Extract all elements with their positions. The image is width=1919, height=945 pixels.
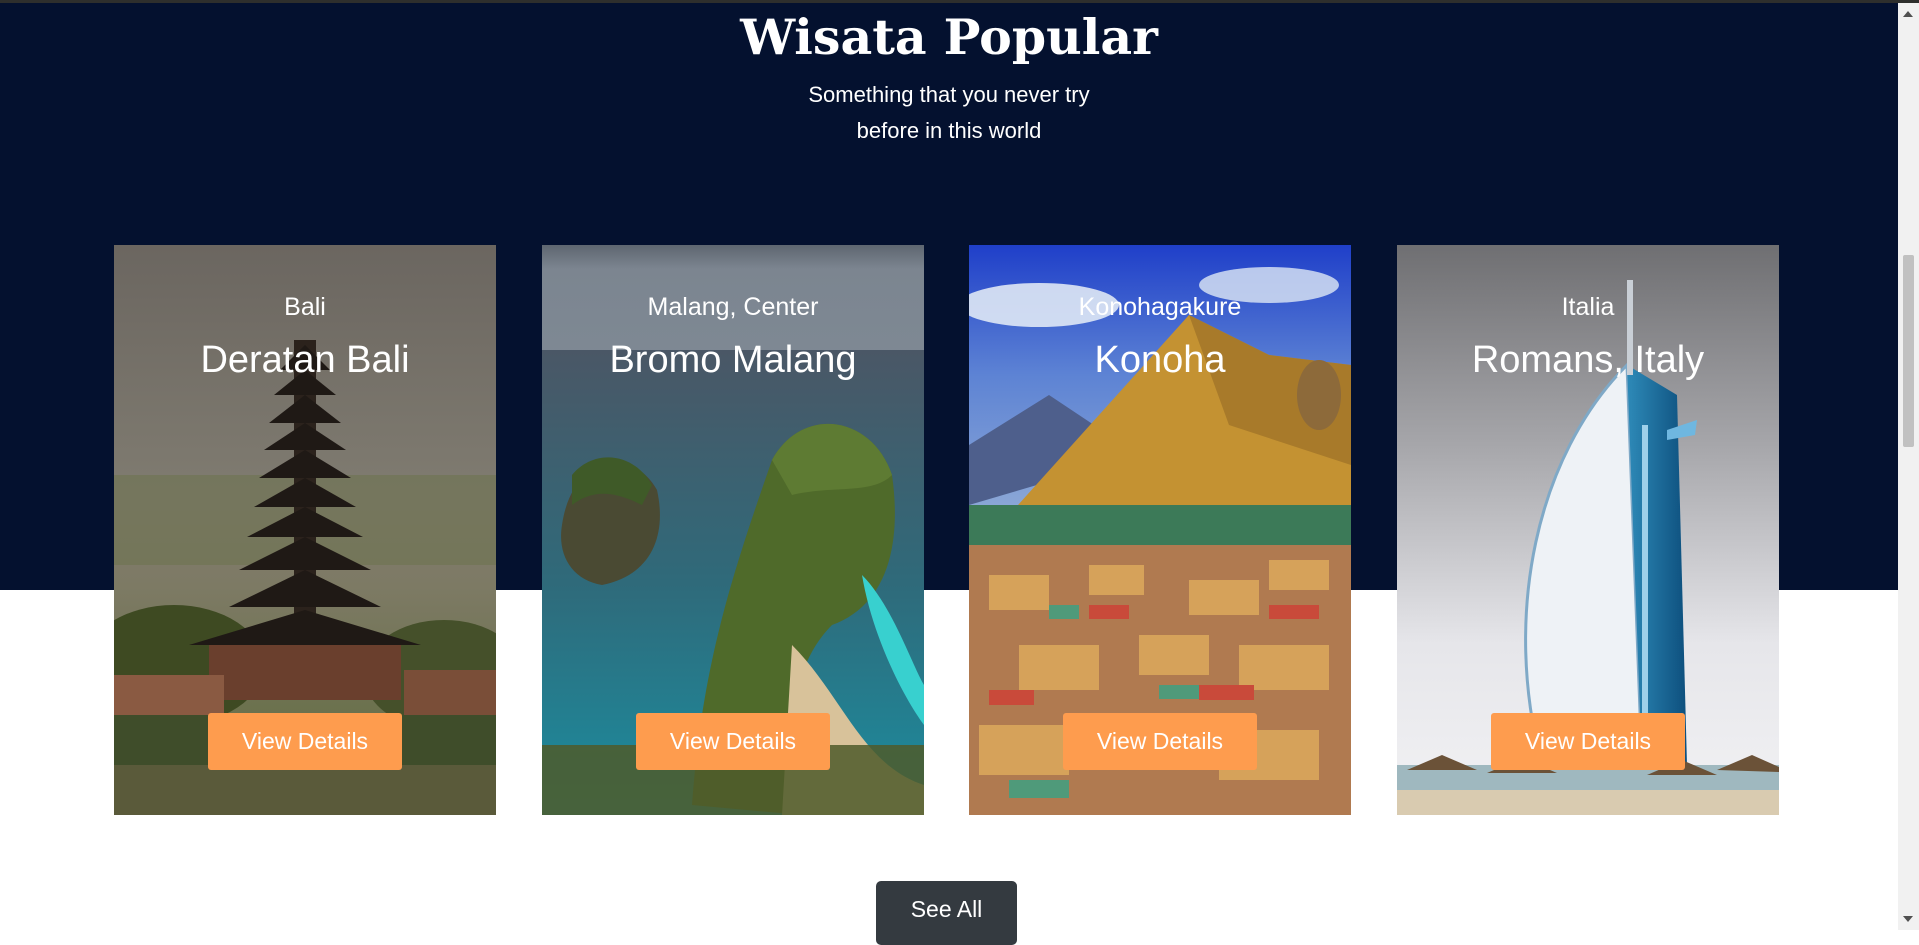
section-subtitle: Something that you never try before in t… <box>0 77 1898 149</box>
card-destination-name: Romans, Italy <box>1471 339 1705 381</box>
view-details-button[interactable]: View Details <box>1063 713 1257 770</box>
section-title: Wisata Popular <box>740 8 1158 66</box>
destination-card-bromo-malang[interactable]: Malang, Center Bromo Malang View Details <box>542 245 924 815</box>
subtitle-line-1: Something that you never try <box>808 82 1090 107</box>
view-details-button[interactable]: View Details <box>636 713 830 770</box>
see-all-button[interactable]: See All <box>876 881 1017 945</box>
scrollbar-thumb[interactable] <box>1903 255 1914 447</box>
card-destination-name: Deratan Bali <box>200 339 410 381</box>
vertical-scrollbar[interactable] <box>1898 3 1919 930</box>
card-region: Bali <box>284 293 326 321</box>
card-region: Malang, Center <box>647 293 819 321</box>
scroll-down-arrow-icon[interactable] <box>1903 916 1913 922</box>
view-details-button[interactable]: View Details <box>1491 713 1685 770</box>
card-region: Italia <box>1561 293 1615 321</box>
card-region: Konohagakure <box>1078 293 1242 321</box>
destination-card-romans-italy[interactable]: Italia Romans, Italy View Details <box>1397 245 1779 815</box>
destination-card-bali[interactable]: Bali Deratan Bali View Details <box>114 245 496 815</box>
subtitle-line-2: before in this world <box>856 118 1042 143</box>
view-details-button[interactable]: View Details <box>208 713 402 770</box>
card-destination-name: Bromo Malang <box>609 339 857 381</box>
destination-card-konoha[interactable]: Konohagakure Konoha View Details <box>969 245 1351 815</box>
scroll-up-arrow-icon[interactable] <box>1903 11 1913 17</box>
card-destination-name: Konoha <box>1094 339 1226 381</box>
